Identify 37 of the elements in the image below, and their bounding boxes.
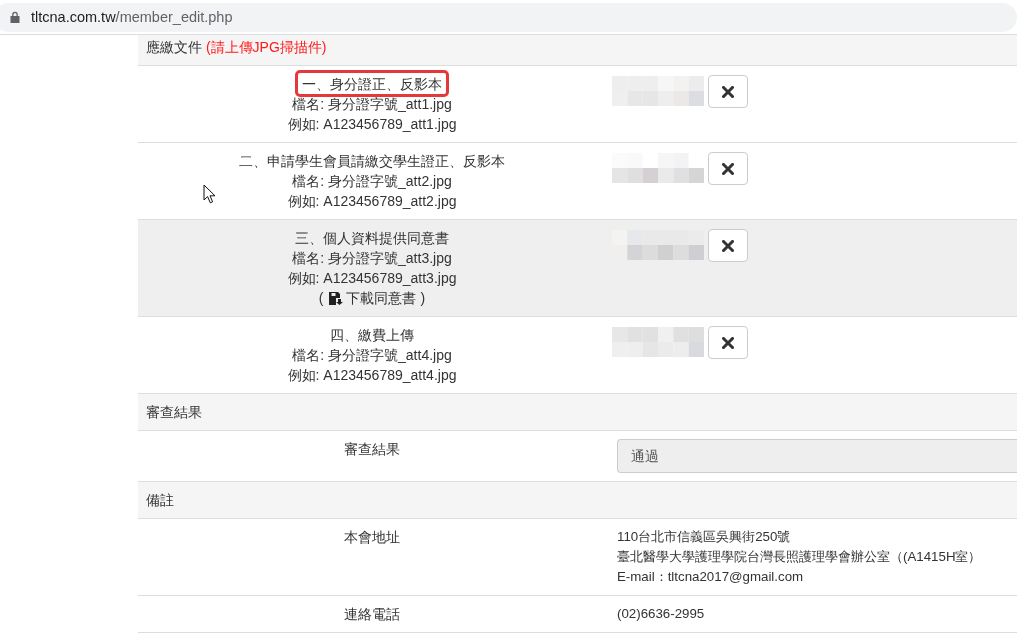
field-label: 連絡電話 (344, 605, 400, 624)
address-bar[interactable]: tltcna.com.tw/member_edit.php (0, 2, 1017, 32)
close-icon (722, 336, 734, 349)
mouse-pointer-icon (203, 184, 216, 204)
document-title: 一、身分證正、反影本 (295, 70, 449, 97)
paren-text: ( (318, 289, 324, 308)
document-title: 四、繳費上傳 (330, 326, 414, 345)
filename-text: 檔名: 身分證字號_att1.jpg (292, 95, 452, 114)
lock-icon (10, 11, 20, 23)
filename-text: 檔名: 身分證字號_att4.jpg (292, 346, 452, 365)
filename-text: 檔名: 身分證字號_att3.jpg (292, 249, 452, 268)
example-text: 例如: A123456789_att3.jpg (287, 269, 457, 288)
delete-button[interactable] (708, 75, 748, 108)
close-icon (722, 239, 734, 252)
close-icon (722, 85, 734, 98)
delete-button[interactable] (708, 326, 748, 359)
floppy-download-icon (328, 291, 343, 305)
filename-text: 檔名: 身分證字號_att2.jpg (292, 172, 452, 191)
section-title: 備註 (146, 492, 174, 508)
section-title: 應繳文件 (請上傳JPG掃描件) (146, 39, 327, 55)
field-label: 審查結果 (344, 440, 400, 459)
document-title: 三、個人資料提供同意書 (295, 229, 449, 248)
example-text: 例如: A123456789_att1.jpg (287, 115, 457, 134)
info-text: (02)6636-2995 (617, 605, 705, 623)
close-icon (722, 162, 734, 175)
paren-text: ) (420, 289, 426, 308)
example-text: 例如: A123456789_att4.jpg (287, 366, 457, 385)
info-text: E-mail：tltcna2017@gmail.com (617, 568, 804, 586)
field-label: 本會地址 (344, 528, 400, 547)
section-title: 審查結果 (146, 404, 202, 420)
download-link[interactable]: 下載同意書 (345, 288, 416, 308)
example-text: 例如: A123456789_att2.jpg (287, 192, 457, 211)
delete-button[interactable] (708, 229, 748, 262)
info-text: 110台北市信義區吳興街250號 (617, 528, 791, 546)
info-text: 臺北醫學大學護理學院台灣長照護理學會辦公室（(A1415H室） (617, 548, 982, 566)
document-title: 二、申請學生會員請繳交學生證正、反影本 (239, 152, 505, 171)
delete-button[interactable] (708, 152, 748, 185)
